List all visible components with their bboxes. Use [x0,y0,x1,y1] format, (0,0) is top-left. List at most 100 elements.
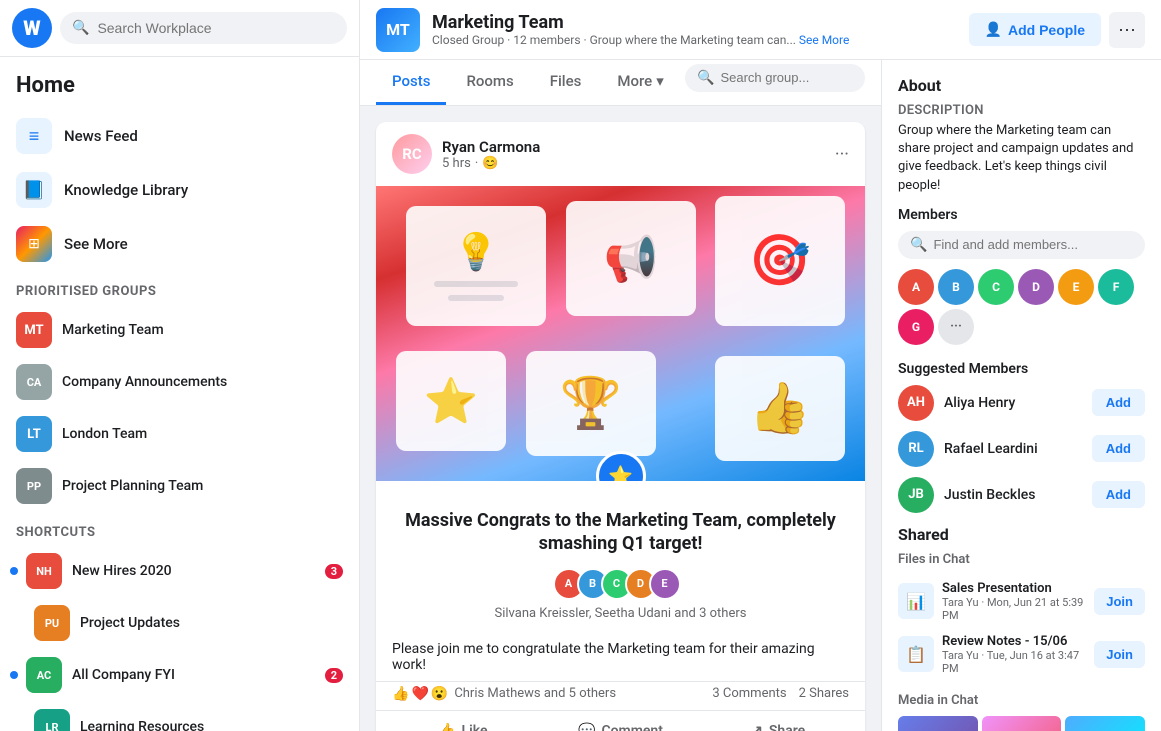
about-title: About [898,76,1145,95]
london-team-avatar: LT [16,416,52,452]
new-hires-avatar: NH [26,553,62,589]
top-actions: 👤 Add People ··· [969,12,1145,48]
members-search[interactable]: 🔍 [898,231,1145,259]
media-thumb-2[interactable]: 🏢 [982,716,1062,731]
shortcut-label-new-hires: New Hires 2020 [72,563,172,579]
post-actions: 👍 Like 💬 Comment ↗ Share [376,710,865,731]
add-rafael-button[interactable]: Add [1092,435,1145,462]
member-avatars-list: A B C D E F G ··· [898,269,1145,345]
members-search-icon: 🔍 [910,237,927,253]
justin-avatar: JB [898,477,934,513]
media-thumb-1[interactable]: 👥 [898,716,978,731]
shares-count: 2 Shares [799,686,849,701]
more-options-button[interactable]: ··· [1109,12,1145,48]
like-button[interactable]: 👍 Like [384,715,542,731]
all-company-badge: 2 [325,668,343,683]
reactor-5: E [649,568,681,600]
post-more-button[interactable]: ··· [835,144,849,165]
members-label: Members [898,207,1145,223]
shortcuts-title: Shortcuts [8,513,351,546]
shortcut-project-updates[interactable]: PU Project Updates [8,598,351,648]
tab-posts[interactable]: Posts [376,60,446,105]
media-thumb-3[interactable]: 💼 [1065,716,1145,731]
tab-more[interactable]: More ▾ [601,60,679,105]
member-av-7[interactable]: G [898,309,934,345]
all-company-avatar: AC [26,657,62,693]
add-people-button[interactable]: 👤 Add People [969,13,1101,46]
group-meta: Closed Group · 12 members · Group where … [432,33,957,47]
reaction-thumbs-up: 👍 [392,686,409,702]
shortcut-new-hires-2020[interactable]: NH New Hires 2020 3 [8,546,351,596]
group-avatar-large: MT [376,8,420,52]
project-updates-avatar: PU [34,605,70,641]
shortcut-label-learning-resources: Learning Resources [80,719,204,731]
post-author-avatar: RC [392,134,432,174]
add-aliya-button[interactable]: Add [1092,389,1145,416]
shortcut-learning-resources[interactable]: LR Learning Resources [8,702,351,731]
reactor-avatars-list: A B C D E [553,568,681,600]
search-bar[interactable]: 🔍 [60,12,347,44]
add-people-icon: 👤 [985,21,1002,38]
sales-file-meta: Tara Yu · Mon, Jun 21 at 5:39 PM [942,596,1086,622]
join-sales-button[interactable]: Join [1094,588,1145,615]
file-item-review: 📋 Review Notes - 15/06 Tara Yu · Tue, Ju… [898,628,1145,681]
nav-label-news-feed: News Feed [64,127,138,145]
tab-files[interactable]: Files [534,60,598,105]
comments-count: 3 Comments [712,686,786,701]
sidebar-item-marketing-team[interactable]: MT Marketing Team [8,305,351,355]
illus-box-5: 🏆 [526,351,656,456]
sales-file-icon: 📊 [898,583,934,619]
description-label: Description [898,103,1145,118]
sidebar-item-company-announcements[interactable]: CA Company Announcements [8,357,351,407]
see-more-link[interactable]: See More [799,33,849,47]
shared-label: Shared [898,525,1145,544]
prioritised-groups-title: Prioritised Groups [8,272,351,305]
post-privacy-icon: 😊 [482,156,498,171]
members-search-input[interactable] [933,237,1133,252]
rafael-avatar: RL [898,431,934,467]
app-logo[interactable]: W [12,8,52,48]
member-av-6[interactable]: F [1098,269,1134,305]
suggested-justin: JB Justin Beckles Add [898,477,1145,513]
all-company-dot [10,671,18,679]
sidebar-item-knowledge-library[interactable]: 📘 Knowledge Library [8,164,351,216]
join-review-button[interactable]: Join [1094,641,1145,668]
group-label-london-team: London Team [62,426,147,442]
search-input[interactable] [97,20,335,36]
illus-box-1: 💡 [406,206,546,326]
home-title: Home [8,69,351,110]
member-more-button[interactable]: ··· [938,309,974,345]
project-planning-team-avatar: PP [16,468,52,504]
new-hires-badge: 3 [325,564,343,579]
member-av-4[interactable]: D [1018,269,1054,305]
review-file-name: Review Notes - 15/06 [942,634,1086,649]
member-av-2[interactable]: B [938,269,974,305]
add-justin-button[interactable]: Add [1092,481,1145,508]
share-button[interactable]: ↗ Share [699,715,857,731]
knowledge-library-icon: 📘 [16,172,52,208]
member-av-1[interactable]: A [898,269,934,305]
group-search-bar[interactable]: 🔍 [685,64,865,92]
comment-button[interactable]: 💬 Comment [542,715,700,731]
nav-label-knowledge-library: Knowledge Library [64,181,188,199]
suggested-rafael: RL Rafael Leardini Add [898,431,1145,467]
post-body-text: Please join me to congratulate the Marke… [392,633,849,681]
sidebar-item-news-feed[interactable]: ≡ News Feed [8,110,351,162]
group-label-project-planning-team: Project Planning Team [62,478,203,494]
sidebar-item-see-more[interactable]: ⊞ See More [8,218,351,270]
post-author-name: Ryan Carmona [442,138,540,156]
member-av-5[interactable]: E [1058,269,1094,305]
chevron-down-icon: ▾ [656,72,664,90]
post-card: RC Ryan Carmona 5 hrs · 😊 ··· [376,122,865,731]
tab-rooms[interactable]: Rooms [450,60,529,105]
marketing-team-avatar: MT [16,312,52,348]
shortcut-label-all-company: All Company FYI [72,667,175,683]
media-grid: 👥 🏢 💼 [898,716,1145,731]
aliya-name: Aliya Henry [944,395,1082,411]
sidebar-item-project-planning-team[interactable]: PP Project Planning Team [8,461,351,511]
shortcut-all-company-fyi[interactable]: AC All Company FYI 2 [8,650,351,700]
member-av-3[interactable]: C [978,269,1014,305]
like-icon: 👍 [438,723,455,731]
group-search-input[interactable] [720,70,853,85]
sidebar-item-london-team[interactable]: LT London Team [8,409,351,459]
